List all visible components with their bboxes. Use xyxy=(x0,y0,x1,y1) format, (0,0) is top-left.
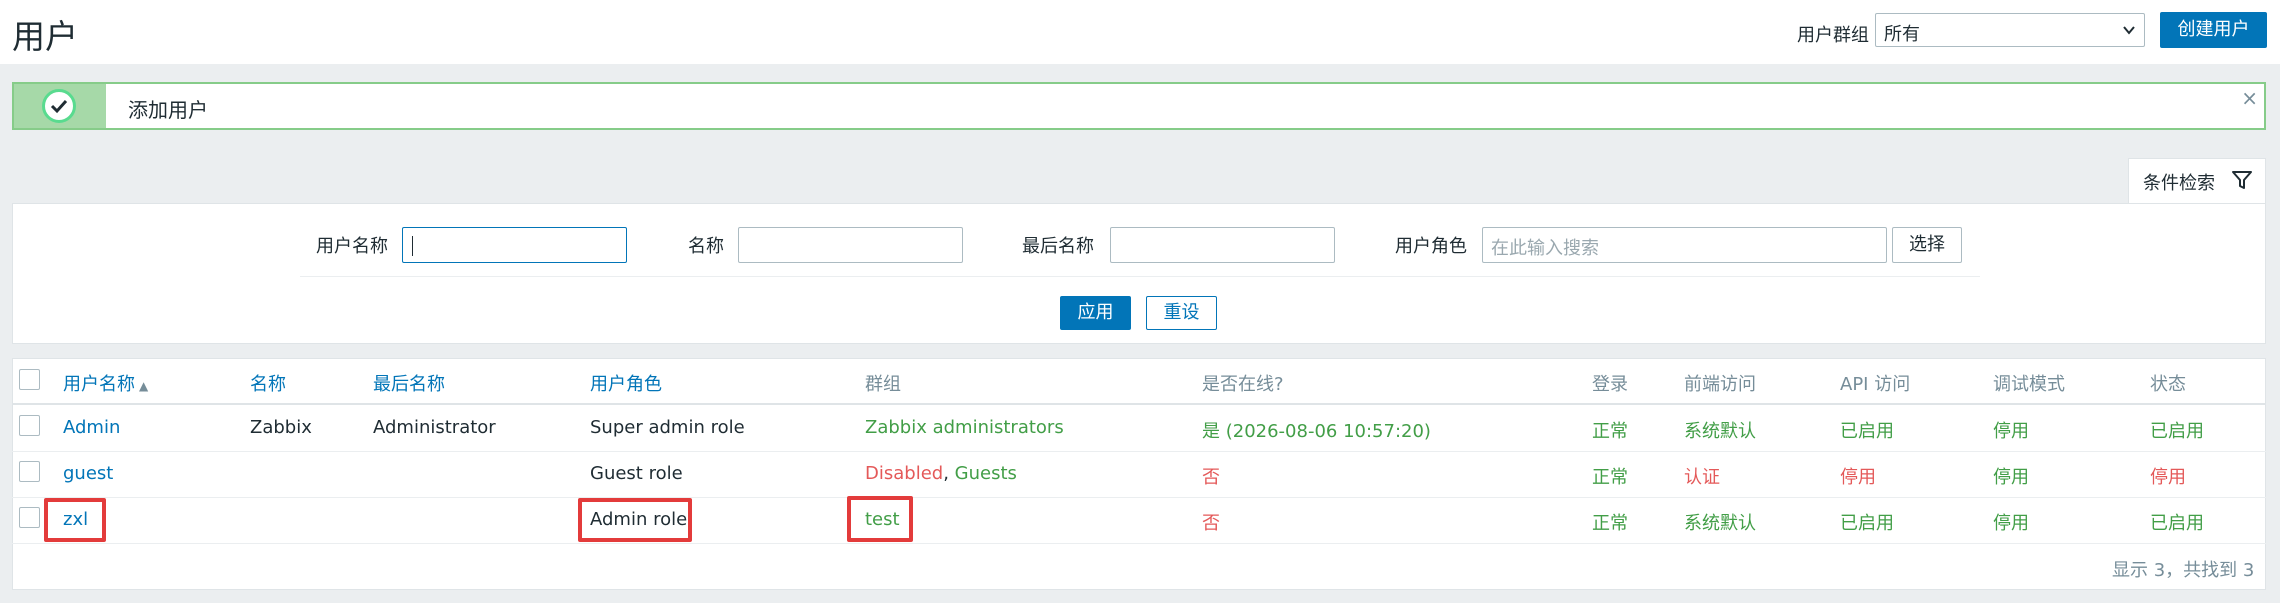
column-header-frontend: 前端访问 xyxy=(1684,374,1756,395)
filter-tab[interactable]: 条件检索 xyxy=(2128,158,2266,204)
group-link[interactable]: Disabled xyxy=(865,463,943,484)
user-group-select[interactable]: 所有 xyxy=(1875,13,2145,47)
check-icon xyxy=(42,89,76,123)
login-status: 正常 xyxy=(1592,467,1628,488)
create-user-button[interactable]: 创建用户 xyxy=(2160,12,2267,48)
filter-tab-label: 条件检索 xyxy=(2143,173,2215,194)
filter-lastname-input[interactable] xyxy=(1110,227,1335,263)
success-icon-box xyxy=(14,84,106,128)
debug-mode: 停用 xyxy=(1993,421,2029,442)
online-status: 否 xyxy=(1202,467,1220,488)
groups-cell: Disabled, Guests xyxy=(865,463,1017,484)
success-message: 添加用户 × xyxy=(12,82,2266,130)
debug-mode: 停用 xyxy=(1993,513,2029,534)
row-checkbox[interactable] xyxy=(19,461,40,482)
row-divider xyxy=(12,543,2266,544)
row-divider xyxy=(12,451,2266,452)
api-access: 已启用 xyxy=(1840,513,1894,534)
users-table xyxy=(12,358,2266,590)
group-link[interactable]: Guests xyxy=(955,463,1017,484)
role-cell: Guest role xyxy=(590,463,683,484)
login-status: 正常 xyxy=(1592,421,1628,442)
user-status[interactable]: 停用 xyxy=(2150,463,2186,489)
column-header-online: 是否在线? xyxy=(1202,374,1284,395)
filter-role-label: 用户角色 xyxy=(1395,236,1467,257)
filter-icon xyxy=(2232,171,2252,189)
filter-panel xyxy=(12,203,2266,344)
username-link[interactable]: zxl xyxy=(63,509,88,530)
column-header-api: API 访问 xyxy=(1840,374,1911,395)
column-header-lastname[interactable]: 最后名称 xyxy=(373,370,445,396)
column-header-debug: 调试模式 xyxy=(1993,374,2065,395)
column-header-role[interactable]: 用户角色 xyxy=(590,370,662,396)
online-status: 否 xyxy=(1202,513,1220,534)
api-access: 停用 xyxy=(1840,467,1876,488)
group-link[interactable]: test xyxy=(865,509,900,530)
column-header-login: 登录 xyxy=(1592,374,1628,395)
apply-button[interactable]: 应用 xyxy=(1060,296,1131,330)
success-message-text: 添加用户 xyxy=(128,98,208,122)
column-header-username[interactable]: 用户名称 ▲ xyxy=(63,370,148,396)
filter-role-placeholder: 在此输入搜索 xyxy=(1491,238,1599,259)
group-link[interactable]: Zabbix administrators xyxy=(865,417,1064,438)
online-status: 是 (2026-08-06 10:57:20) xyxy=(1202,421,1431,442)
table-header-divider xyxy=(12,403,2266,405)
user-group-label: 用户群组 xyxy=(1797,25,1869,46)
sort-asc-icon: ▲ xyxy=(139,379,149,393)
close-icon[interactable]: × xyxy=(2241,86,2258,110)
row-divider xyxy=(12,497,2266,498)
column-header-status: 状态 xyxy=(2150,374,2186,395)
role-cell: Admin role xyxy=(590,509,688,530)
chevron-down-icon xyxy=(2123,26,2135,35)
text-caret xyxy=(412,236,413,256)
frontend-access: 系统默认 xyxy=(1684,421,1756,442)
frontend-access: 系统默认 xyxy=(1684,513,1756,534)
user-group-value: 所有 xyxy=(1884,24,1920,45)
filter-username-input[interactable] xyxy=(402,227,627,263)
column-header-groups: 群组 xyxy=(865,374,901,395)
result-count: 显示 3，共找到 3 xyxy=(2112,560,2255,581)
filter-username-label: 用户名称 xyxy=(316,236,388,257)
role-cell: Super admin role xyxy=(590,417,745,438)
username-link[interactable]: guest xyxy=(63,463,113,484)
filter-role-input[interactable]: 在此输入搜索 xyxy=(1482,227,1887,263)
user-status[interactable]: 已启用 xyxy=(2150,417,2204,443)
api-access: 已启用 xyxy=(1840,421,1894,442)
group-separator: , xyxy=(943,463,955,484)
filter-divider xyxy=(300,276,1980,277)
lastname-cell: Administrator xyxy=(373,417,496,438)
frontend-access: 认证 xyxy=(1684,467,1720,488)
row-checkbox[interactable] xyxy=(19,415,40,436)
username-link[interactable]: Admin xyxy=(63,417,120,438)
login-status: 正常 xyxy=(1592,513,1628,534)
filter-name-input[interactable] xyxy=(738,227,963,263)
row-checkbox[interactable] xyxy=(19,507,40,528)
name-cell: Zabbix xyxy=(250,417,312,438)
select-role-button[interactable]: 选择 xyxy=(1892,227,1962,263)
column-header-name[interactable]: 名称 xyxy=(250,370,286,396)
filter-name-label: 名称 xyxy=(688,236,724,257)
user-status[interactable]: 已启用 xyxy=(2150,509,2204,535)
column-username-label: 用户名称 xyxy=(63,374,135,395)
debug-mode: 停用 xyxy=(1993,467,2029,488)
page-title: 用户 xyxy=(12,17,78,56)
select-all-checkbox[interactable] xyxy=(19,369,40,390)
filter-lastname-label: 最后名称 xyxy=(1022,236,1094,257)
reset-button[interactable]: 重设 xyxy=(1146,296,1217,330)
